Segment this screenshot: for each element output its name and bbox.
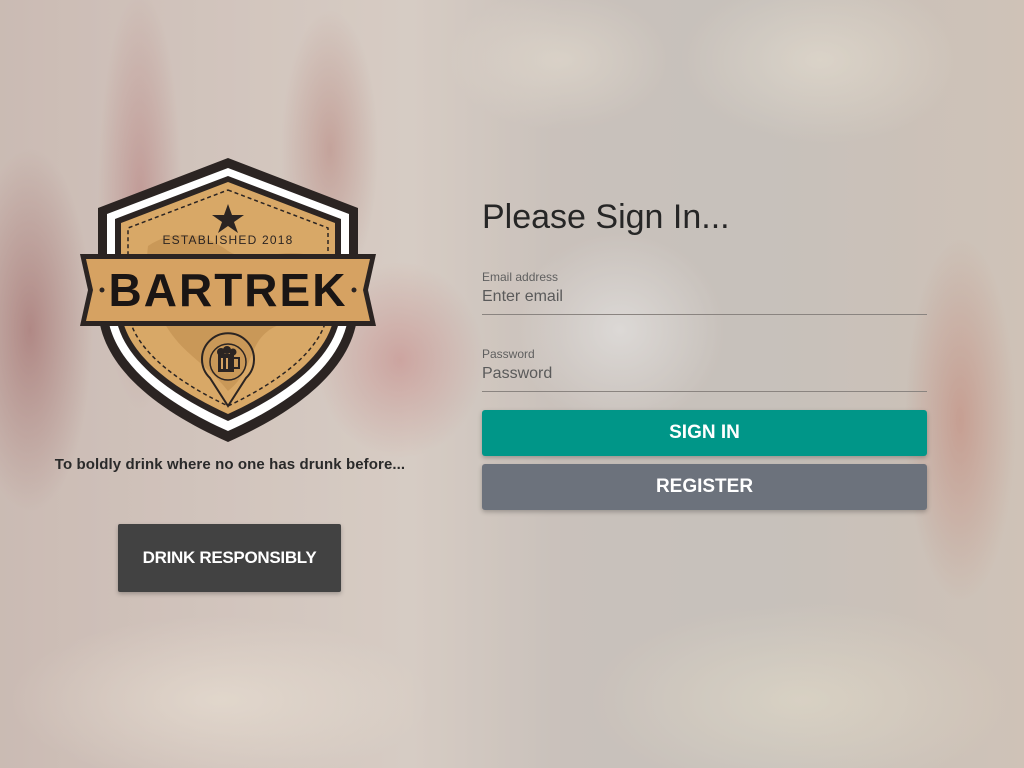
password-field-group: Password [482, 347, 927, 392]
register-button[interactable]: REGISTER [482, 464, 927, 510]
drink-responsibly-button[interactable]: DRINK RESPONSIBLY [118, 524, 341, 592]
logo-established-text: ESTABLISHED 2018 [162, 233, 293, 247]
login-page: ESTABLISHED 2018 BARTREK To boldly drink… [0, 0, 1024, 768]
password-label: Password [482, 347, 535, 361]
tagline: To boldly drink where no one has drunk b… [54, 456, 406, 473]
logo-name-text: BARTREK [109, 264, 348, 316]
email-field-group: Email address [482, 270, 927, 315]
password-input[interactable] [482, 365, 927, 392]
email-input[interactable] [482, 288, 927, 315]
bartrek-logo: ESTABLISHED 2018 BARTREK [80, 158, 376, 442]
page-title: Please Sign In... [482, 198, 730, 236]
sign-in-button[interactable]: SIGN IN [482, 410, 927, 456]
email-label: Email address [482, 270, 559, 284]
